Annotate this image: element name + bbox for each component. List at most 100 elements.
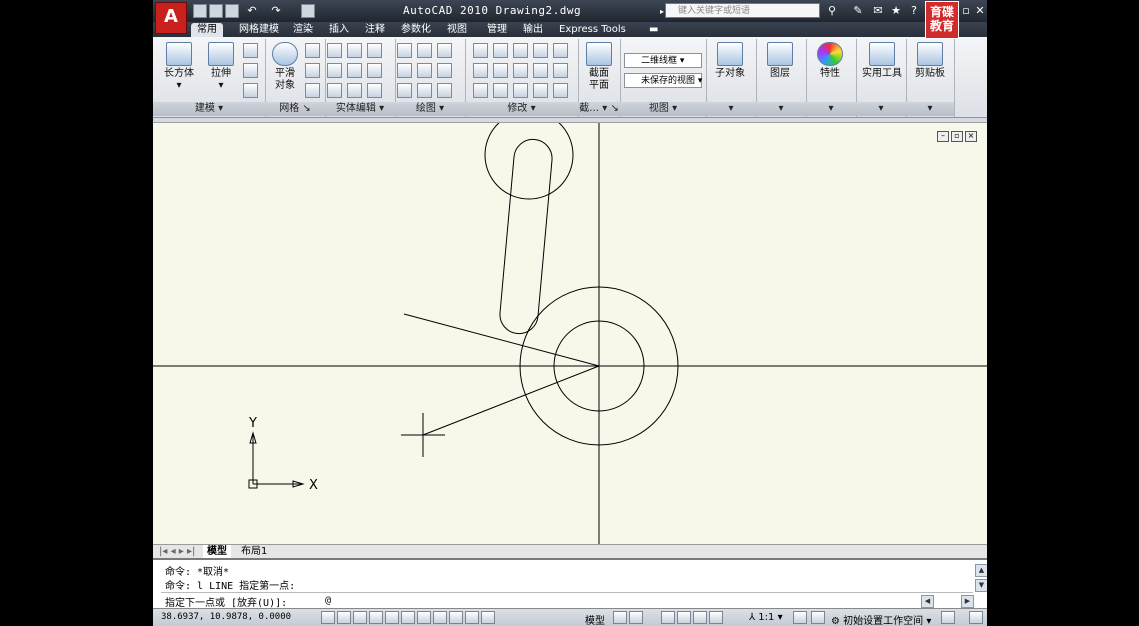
saved-view-select[interactable]: 未保存的视图 ▾ bbox=[624, 73, 702, 88]
redo-icon[interactable]: ↷ bbox=[269, 4, 283, 18]
rectangle-icon[interactable] bbox=[417, 83, 432, 98]
layers-button[interactable]: 图层 bbox=[762, 42, 798, 80]
panel-modify-label[interactable]: 修改 ▾ bbox=[465, 102, 578, 116]
utilities-button[interactable]: 实用工具 bbox=[860, 42, 904, 80]
steeringwheel-icon[interactable] bbox=[693, 611, 707, 624]
smooth-object-button[interactable]: 平滑 对象 bbox=[267, 42, 303, 92]
mesh-tool-icon-1[interactable] bbox=[305, 43, 320, 58]
save-icon[interactable] bbox=[225, 4, 239, 18]
command-hscroll-right-icon[interactable]: ▶ bbox=[961, 595, 974, 608]
tools-icon[interactable]: ✎ bbox=[851, 4, 865, 18]
command-scroll-down-icon[interactable]: ▼ bbox=[975, 579, 987, 592]
tab-manage[interactable]: 管理 bbox=[481, 23, 513, 37]
panel-clipboard-expand[interactable]: ▾ bbox=[906, 102, 954, 116]
3d-modify-icon[interactable] bbox=[553, 83, 568, 98]
undo-icon[interactable]: ↶ bbox=[245, 4, 259, 18]
panel-subobject-expand[interactable]: ▾ bbox=[706, 102, 756, 116]
tab-mesh-modeling[interactable]: 网格建模 bbox=[233, 23, 285, 37]
tab-parametric[interactable]: 参数化 bbox=[395, 23, 437, 37]
extract-edges-icon[interactable] bbox=[347, 43, 362, 58]
tab-annotate[interactable]: 注释 bbox=[359, 23, 391, 37]
model-space-label[interactable]: 模型 bbox=[585, 612, 605, 626]
trim-icon[interactable] bbox=[473, 43, 488, 58]
scale-icon[interactable] bbox=[533, 43, 548, 58]
union-icon[interactable] bbox=[327, 43, 342, 58]
rotate-icon[interactable] bbox=[513, 63, 528, 78]
tab-insert[interactable]: 插入 bbox=[323, 23, 355, 37]
mirror-icon[interactable] bbox=[493, 83, 508, 98]
clipboard-button[interactable]: 剪贴板 bbox=[910, 42, 950, 80]
mesh-tool-icon-3[interactable] bbox=[305, 83, 320, 98]
lineweight-toggle[interactable] bbox=[481, 611, 495, 624]
lock-icon[interactable] bbox=[941, 611, 955, 624]
help-icon[interactable]: ? bbox=[907, 4, 921, 18]
subobject-button[interactable]: 子对象 bbox=[712, 42, 748, 80]
viewport-close-icon[interactable]: × bbox=[965, 131, 977, 142]
sweep-icon[interactable] bbox=[243, 83, 258, 98]
circle-icon[interactable] bbox=[437, 63, 452, 78]
tab-render[interactable]: 渲染 bbox=[287, 23, 319, 37]
pentagon-icon[interactable] bbox=[397, 83, 412, 98]
panel-solid-editing-label[interactable]: 实体编辑 ▾ bbox=[325, 102, 395, 116]
workspace-switch[interactable]: ⚙ 初始设置工作空间 ▾ bbox=[831, 612, 931, 626]
favorites-icon[interactable]: ★ bbox=[889, 4, 903, 18]
visual-style-select[interactable]: 二维线框 ▾ bbox=[624, 53, 702, 68]
layout-nav-arrows[interactable]: |◂ ◂ ▸ ▸| bbox=[155, 545, 199, 558]
panel-layers-expand[interactable]: ▾ bbox=[756, 102, 806, 116]
copy-icon[interactable] bbox=[493, 63, 508, 78]
presspull-icon[interactable] bbox=[243, 63, 258, 78]
subtract-icon[interactable] bbox=[327, 63, 342, 78]
tab-model[interactable]: 模型 bbox=[203, 545, 231, 558]
offset-icon[interactable] bbox=[493, 43, 508, 58]
tab-home[interactable]: 常用 bbox=[191, 23, 223, 37]
explode-icon[interactable] bbox=[533, 63, 548, 78]
3d-object-snap-toggle[interactable] bbox=[417, 611, 431, 624]
new-icon[interactable] bbox=[193, 4, 207, 18]
command-hscroll-left-icon[interactable]: ◀ bbox=[921, 595, 934, 608]
communication-icon[interactable]: ✉ bbox=[871, 4, 885, 18]
showmotion-icon[interactable] bbox=[709, 611, 723, 624]
panel-draw-label[interactable]: 绘图 ▾ bbox=[395, 102, 465, 116]
command-input[interactable] bbox=[323, 593, 907, 608]
array-icon[interactable] bbox=[473, 83, 488, 98]
drawing-canvas[interactable]: Y X – ▫ × bbox=[153, 122, 987, 545]
binoculars-icon[interactable]: ⚲ bbox=[825, 4, 839, 18]
restore-icon[interactable]: ▫ bbox=[959, 4, 973, 18]
intersect-icon[interactable] bbox=[327, 83, 342, 98]
application-menu-button[interactable]: A bbox=[155, 2, 187, 34]
separate-icon[interactable] bbox=[367, 63, 382, 78]
command-scroll-up-icon[interactable]: ▲ bbox=[975, 564, 987, 577]
dynamic-ucs-toggle[interactable] bbox=[449, 611, 463, 624]
tab-output[interactable]: 输出 bbox=[517, 23, 549, 37]
quick-view-layouts-icon[interactable] bbox=[613, 611, 627, 624]
search-input[interactable]: 键入关键字或短语 bbox=[665, 3, 820, 18]
polar-tracking-toggle[interactable] bbox=[385, 611, 399, 624]
mesh-tool-icon-2[interactable] bbox=[305, 63, 320, 78]
polysolid-icon[interactable] bbox=[243, 43, 258, 58]
infer-constraints-toggle[interactable] bbox=[321, 611, 335, 624]
grid-display-toggle[interactable] bbox=[353, 611, 367, 624]
close-icon[interactable]: ✕ bbox=[973, 4, 987, 18]
snap-mode-toggle[interactable] bbox=[337, 611, 351, 624]
panel-view-label[interactable]: 视图 ▾ bbox=[620, 102, 706, 116]
viewport-minimize-icon[interactable]: – bbox=[937, 131, 949, 142]
ortho-mode-toggle[interactable] bbox=[369, 611, 383, 624]
box-button[interactable]: 长方体 ▾ bbox=[161, 42, 197, 92]
quick-view-drawings-icon[interactable] bbox=[629, 611, 643, 624]
align-icon[interactable] bbox=[513, 83, 528, 98]
thicken-icon[interactable] bbox=[347, 83, 362, 98]
shell-icon[interactable] bbox=[367, 83, 382, 98]
move-icon[interactable] bbox=[513, 43, 528, 58]
tab-view[interactable]: 视图 bbox=[441, 23, 473, 37]
extrude-button[interactable]: 拉伸 ▾ bbox=[203, 42, 239, 92]
pan-icon[interactable] bbox=[661, 611, 675, 624]
open-icon[interactable] bbox=[209, 4, 223, 18]
polyline-icon[interactable] bbox=[397, 43, 412, 58]
annotation-visibility-icon[interactable] bbox=[793, 611, 807, 624]
object-snap-tracking-toggle[interactable] bbox=[433, 611, 447, 624]
fillet-icon[interactable] bbox=[553, 63, 568, 78]
properties-button[interactable]: 特性 bbox=[812, 42, 848, 80]
spline-icon[interactable] bbox=[397, 63, 412, 78]
clean-screen-icon[interactable] bbox=[969, 611, 983, 624]
section-plane-button[interactable]: 截面 平面 bbox=[581, 42, 617, 92]
